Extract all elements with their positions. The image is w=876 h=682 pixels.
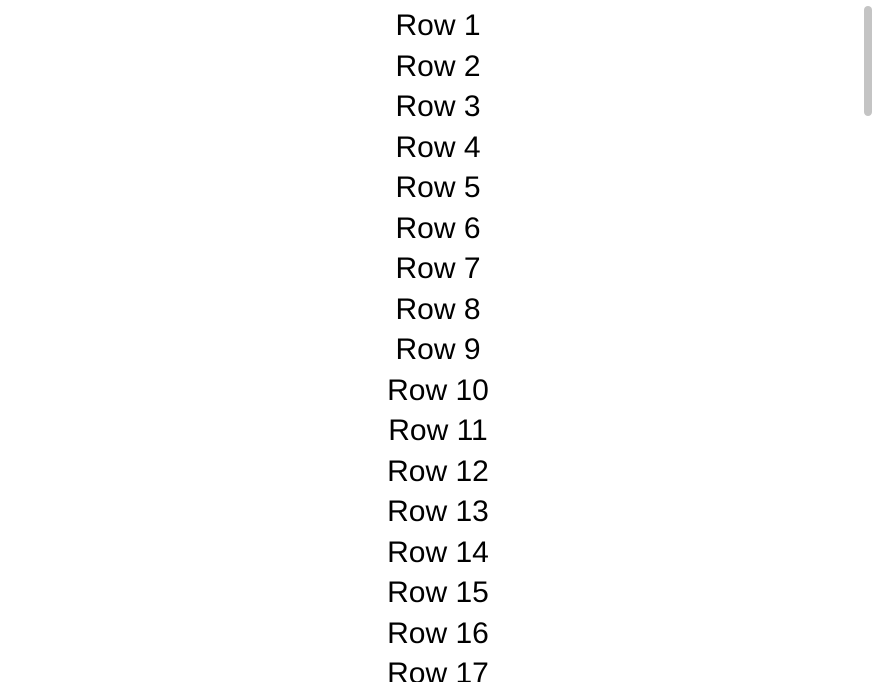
list-item: Row 7 [395, 249, 480, 290]
list-item: Row 12 [387, 452, 489, 493]
list-item: Row 5 [395, 168, 480, 209]
list-item: Row 4 [395, 128, 480, 169]
list-item: Row 6 [395, 209, 480, 250]
list-item: Row 1 [395, 6, 480, 47]
list-item: Row 14 [387, 533, 489, 574]
list-item: Row 16 [387, 614, 489, 655]
scrollbar-thumb[interactable] [864, 6, 872, 116]
list-item: Row 2 [395, 47, 480, 88]
row-list-container[interactable]: Row 1 Row 2 Row 3 Row 4 Row 5 Row 6 Row … [0, 0, 876, 682]
scrollbar-track[interactable] [864, 6, 872, 676]
list-item: Row 13 [387, 492, 489, 533]
list-item: Row 8 [395, 290, 480, 331]
list-item: Row 10 [387, 371, 489, 412]
list-item: Row 11 [388, 411, 488, 452]
list-item: Row 3 [395, 87, 480, 128]
list-item: Row 9 [395, 330, 480, 371]
list-item: Row 15 [387, 573, 489, 614]
list-item: Row 17 [387, 654, 489, 682]
